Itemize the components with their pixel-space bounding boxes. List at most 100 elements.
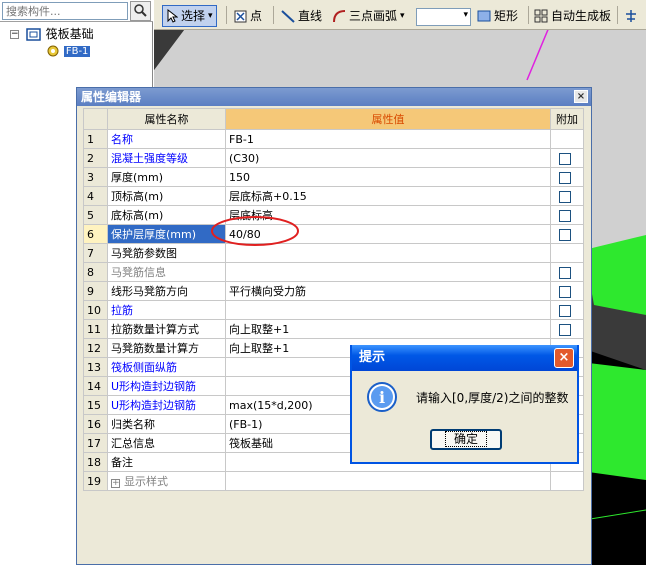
row-number[interactable]: 9 xyxy=(83,281,108,301)
tree-node-raft-foundation[interactable]: − 筏板基础 xyxy=(10,26,94,42)
row-number[interactable]: 8 xyxy=(83,262,108,282)
property-row[interactable]: 4 顶标高(m) 层底标高+0.15 xyxy=(83,186,584,206)
property-name[interactable]: 马凳筋参数图 xyxy=(107,243,226,263)
select-button[interactable]: 选择 ▾ xyxy=(162,5,217,27)
property-value[interactable]: 150 xyxy=(225,167,551,187)
collapse-toggle-icon[interactable]: − xyxy=(10,30,19,39)
extra-checkbox[interactable] xyxy=(559,304,571,317)
property-name[interactable]: 马凳筋信息 xyxy=(107,262,226,282)
tree-node-fb1[interactable]: FB-1 xyxy=(36,42,91,58)
ok-button[interactable]: 确定 xyxy=(430,429,502,450)
auto-generate-button[interactable]: 自动生成板 xyxy=(534,5,611,27)
row-number[interactable]: 17 xyxy=(83,433,108,453)
property-row[interactable]: 8 马凳筋信息 xyxy=(83,262,584,282)
property-name[interactable]: 名称 xyxy=(107,129,226,149)
property-name[interactable]: + 显示样式 xyxy=(107,471,226,491)
row-number[interactable]: 12 xyxy=(83,338,108,358)
extra-checkbox[interactable] xyxy=(559,323,571,336)
property-name[interactable]: 汇总信息 xyxy=(107,433,226,453)
property-value[interactable]: (C30) xyxy=(225,148,551,168)
row-number[interactable]: 19 xyxy=(83,471,108,491)
property-name[interactable]: 厚度(mm) xyxy=(107,167,226,187)
property-name[interactable]: U形构造封边钢筋 xyxy=(107,395,226,415)
search-input[interactable] xyxy=(2,2,128,20)
row-number[interactable]: 14 xyxy=(83,376,108,396)
property-row[interactable]: 7 马凳筋参数图 xyxy=(83,243,584,263)
property-name[interactable]: 顶标高(m) xyxy=(107,186,226,206)
more-tool-button[interactable] xyxy=(624,5,638,27)
dropdown-arrow-icon[interactable]: ▾ xyxy=(208,5,213,27)
row-number[interactable]: 1 xyxy=(83,129,108,149)
property-name-label: 汇总信息 xyxy=(111,437,155,450)
property-name[interactable]: 马凳筋数量计算方 xyxy=(107,338,226,358)
extra-checkbox[interactable] xyxy=(559,209,571,222)
property-row[interactable]: 5 底标高(m) 层底标高 xyxy=(83,205,584,225)
extra-checkbox[interactable] xyxy=(559,152,571,165)
search-button[interactable] xyxy=(130,1,151,21)
toolbar-separator xyxy=(528,6,529,24)
property-value[interactable]: 层底标高+0.15 xyxy=(225,186,551,206)
property-name[interactable]: 筏板侧面纵筋 xyxy=(107,357,226,377)
property-row[interactable]: 6 保护层厚度(mm) 40/80 xyxy=(83,224,584,244)
property-row[interactable]: 10 拉筋 xyxy=(83,300,584,320)
property-name[interactable]: 线形马凳筋方向 xyxy=(107,281,226,301)
dropdown-arrow-icon[interactable]: ▾ xyxy=(463,10,468,20)
extra-checkbox[interactable] xyxy=(559,228,571,241)
row-number[interactable]: 7 xyxy=(83,243,108,263)
property-row[interactable]: 1 名称 FB-1 xyxy=(83,129,584,149)
row-number[interactable]: 3 xyxy=(83,167,108,187)
row-number[interactable]: 10 xyxy=(83,300,108,320)
row-number[interactable]: 11 xyxy=(83,319,108,339)
property-row[interactable]: 11 拉筋数量计算方式 向上取整+1 xyxy=(83,319,584,339)
row-number[interactable]: 5 xyxy=(83,205,108,225)
property-row[interactable]: 3 厚度(mm) 150 xyxy=(83,167,584,187)
property-name[interactable]: 拉筋数量计算方式 xyxy=(107,319,226,339)
property-value[interactable]: FB-1 xyxy=(225,129,551,149)
column-header-name[interactable]: 属性名称 xyxy=(107,108,226,130)
arc-button[interactable]: 三点画弧 ▾ xyxy=(332,5,405,27)
property-row[interactable]: 9 线形马凳筋方向 平行横向受力筋 xyxy=(83,281,584,301)
property-name[interactable]: 备注 xyxy=(107,452,226,472)
dialog-titlebar[interactable]: 属性编辑器 × xyxy=(77,88,591,106)
property-value[interactable]: 向上取整+1 xyxy=(225,319,551,339)
property-name[interactable]: 底标高(m) xyxy=(107,205,226,225)
property-name-label: 马凳筋数量计算方 xyxy=(111,342,199,355)
row-number[interactable]: 18 xyxy=(83,452,108,472)
property-value[interactable]: 平行横向受力筋 xyxy=(225,281,551,301)
property-value[interactable] xyxy=(225,471,551,491)
property-name[interactable]: 混凝土强度等级 xyxy=(107,148,226,168)
rectangle-button[interactable]: 矩形 xyxy=(477,5,518,27)
row-number[interactable]: 15 xyxy=(83,395,108,415)
close-icon[interactable]: × xyxy=(574,90,588,103)
property-value[interactable] xyxy=(225,300,551,320)
property-name[interactable]: 归类名称 xyxy=(107,414,226,434)
property-value[interactable] xyxy=(225,262,551,282)
property-name[interactable]: 拉筋 xyxy=(107,300,226,320)
extra-checkbox[interactable] xyxy=(559,285,571,298)
extra-checkbox[interactable] xyxy=(559,266,571,279)
column-header-value[interactable]: 属性值 xyxy=(225,108,551,130)
extra-checkbox[interactable] xyxy=(559,190,571,203)
mode-combobox[interactable]: ▾ xyxy=(416,8,471,26)
row-number[interactable]: 6 xyxy=(83,224,108,244)
property-row[interactable]: 19 + 显示样式 xyxy=(83,471,584,491)
row-number[interactable]: 4 xyxy=(83,186,108,206)
row-number[interactable]: 16 xyxy=(83,414,108,434)
column-header-extra[interactable]: 附加 xyxy=(550,108,584,130)
row-number[interactable]: 2 xyxy=(83,148,108,168)
row-number[interactable]: 13 xyxy=(83,357,108,377)
property-name[interactable]: 保护层厚度(mm) xyxy=(107,224,226,244)
extra-cell xyxy=(550,186,584,206)
app-window: − 筏板基础 FB-1 选择 ▾ 点 直线 三点画弧 ▾ xyxy=(0,0,646,565)
line-button[interactable]: 直线 xyxy=(281,5,322,27)
close-icon[interactable]: × xyxy=(554,348,574,368)
property-name-label: 筏板侧面纵筋 xyxy=(111,361,177,374)
alert-titlebar[interactable]: 提示 × xyxy=(352,345,577,371)
dropdown-arrow-icon[interactable]: ▾ xyxy=(400,5,405,27)
property-row[interactable]: 2 混凝土强度等级 (C30) xyxy=(83,148,584,168)
extra-checkbox[interactable] xyxy=(559,171,571,184)
point-button[interactable]: 点 xyxy=(234,5,262,27)
property-name[interactable]: U形构造封边钢筋 xyxy=(107,376,226,396)
expand-toggle-icon[interactable]: + xyxy=(111,479,120,488)
property-name-label: 底标高(m) xyxy=(111,209,164,222)
